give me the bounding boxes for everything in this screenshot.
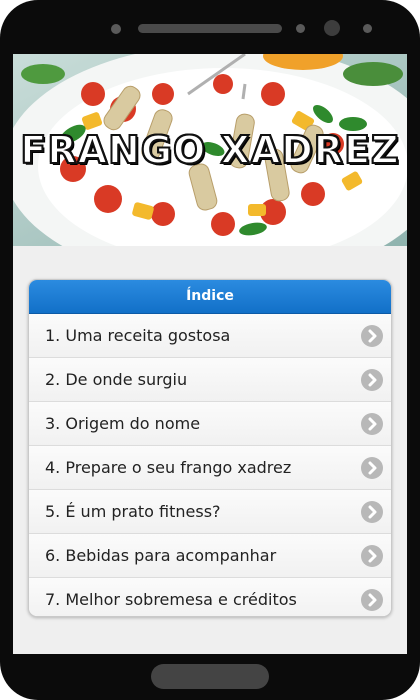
phone-frame: FRANGO XADREZ Índice 1. Uma receita gost…	[0, 0, 420, 700]
sensor-dot-icon	[363, 24, 372, 33]
chevron-right-icon	[361, 501, 383, 523]
index-item-label: 2. De onde surgiu	[45, 370, 188, 389]
index-item-4[interactable]: 4. Prepare o seu frango xadrez	[29, 446, 391, 490]
index-item-2[interactable]: 2. De onde surgiu	[29, 358, 391, 402]
index-item-label: 3. Origem do nome	[45, 414, 201, 433]
chevron-right-icon	[361, 545, 383, 567]
index-item-label: 5. É um prato fitness?	[45, 502, 221, 521]
index-list: 1. Uma receita gostosa 2. De onde surgiu…	[29, 314, 391, 616]
front-camera-icon	[324, 20, 340, 36]
index-header: Índice	[29, 280, 391, 314]
chevron-right-icon	[361, 457, 383, 479]
home-button[interactable]	[151, 664, 269, 689]
index-item-3[interactable]: 3. Origem do nome	[29, 402, 391, 446]
chevron-right-icon	[361, 589, 383, 611]
app-screen: FRANGO XADREZ Índice 1. Uma receita gost…	[13, 54, 407, 654]
hero-title: FRANGO XADREZ	[19, 127, 400, 173]
index-item-1[interactable]: 1. Uma receita gostosa	[29, 314, 391, 358]
index-item-label: 7. Melhor sobremesa e créditos	[45, 590, 297, 609]
chevron-right-icon	[361, 369, 383, 391]
phone-top-bezel	[0, 0, 420, 54]
index-item-label: 6. Bebidas para acompanhar	[45, 546, 277, 565]
index-item-7[interactable]: 7. Melhor sobremesa e créditos	[29, 578, 391, 616]
sensor-dot-icon	[296, 24, 305, 33]
index-item-6[interactable]: 6. Bebidas para acompanhar	[29, 534, 391, 578]
chevron-right-icon	[361, 413, 383, 435]
speaker-grille	[138, 24, 282, 33]
index-item-5[interactable]: 5. É um prato fitness?	[29, 490, 391, 534]
chevron-right-icon	[361, 325, 383, 347]
index-item-label: 4. Prepare o seu frango xadrez	[45, 458, 292, 477]
index-card: Índice 1. Uma receita gostosa 2. De onde…	[28, 279, 392, 617]
sensor-dot-icon	[111, 24, 121, 34]
index-item-label: 1. Uma receita gostosa	[45, 326, 231, 345]
hero-banner: FRANGO XADREZ	[13, 54, 407, 246]
